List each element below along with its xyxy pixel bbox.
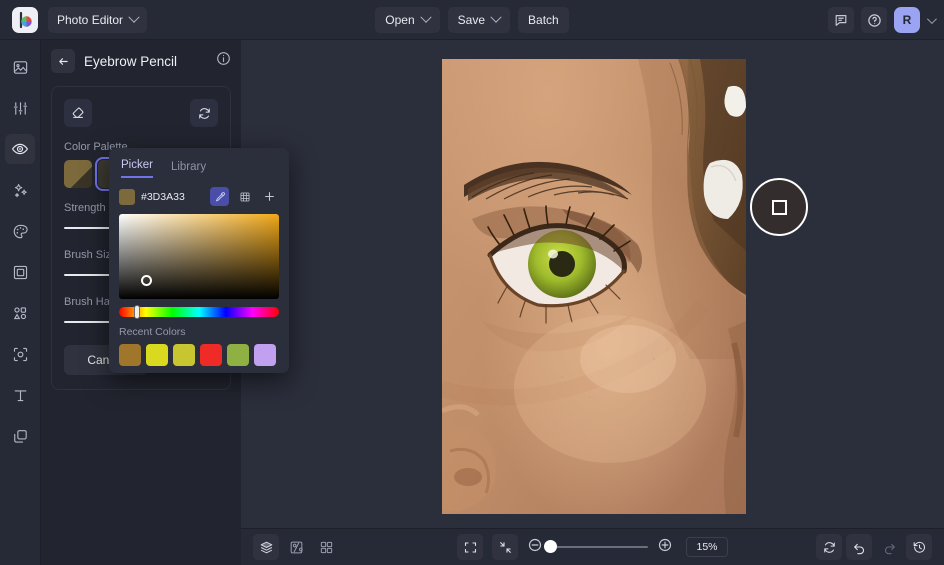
saturation-value-area[interactable] (119, 214, 279, 299)
hex-input-row: #3D3A33 (119, 187, 279, 206)
sidebar-item-elements[interactable] (5, 298, 35, 328)
color-picker-popup: Picker Library #3D3A33 Recent Colors (109, 148, 289, 373)
recent-color-swatch[interactable] (254, 344, 276, 366)
sidebar-item-adjust[interactable] (5, 93, 35, 123)
sidebar-item-image[interactable] (5, 52, 35, 82)
plus-icon[interactable] (260, 187, 279, 206)
sidebar-item-crop[interactable] (5, 339, 35, 369)
reset-button[interactable] (190, 99, 218, 127)
panel-header: Eyebrow Pencil (41, 40, 241, 82)
sidebar-item-frame[interactable] (5, 257, 35, 287)
brush-cursor (750, 178, 808, 236)
current-color-swatch[interactable] (119, 188, 135, 205)
eraser-button[interactable] (64, 99, 92, 127)
save-button[interactable]: Save (447, 7, 511, 33)
hue-knob[interactable] (134, 305, 140, 319)
sidebar-item-layers[interactable] (5, 421, 35, 451)
batch-button-label: Batch (528, 13, 559, 27)
photo-editor-app: Photo Editor Open Save Batch R Eyebrow P… (0, 0, 944, 565)
chevron-down-icon (419, 11, 432, 23)
compare-button[interactable] (283, 534, 309, 560)
tool-actions-row (64, 99, 218, 127)
bottom-left-tools (253, 534, 339, 560)
tab-picker[interactable]: Picker (121, 159, 153, 178)
chevron-down-icon[interactable] (926, 13, 937, 24)
top-right-actions: R (828, 0, 937, 40)
recent-color-swatch[interactable] (146, 344, 168, 366)
grid-icon[interactable] (235, 187, 254, 206)
feedback-button[interactable] (828, 7, 854, 33)
zoom-slider[interactable] (544, 540, 648, 553)
sidebar-item-retouch[interactable] (5, 134, 35, 164)
recent-color-swatch[interactable] (200, 344, 222, 366)
left-rail (0, 40, 41, 565)
avatar-initial: R (902, 13, 912, 27)
layers-button[interactable] (253, 534, 279, 560)
recent-color-swatch[interactable] (173, 344, 195, 366)
hex-value[interactable]: #3D3A33 (141, 191, 204, 203)
recent-colors-label: Recent Colors (119, 326, 186, 338)
zoom-out-button[interactable] (527, 537, 543, 558)
redo-button[interactable] (876, 534, 902, 560)
history-button[interactable] (906, 534, 932, 560)
save-button-label: Save (457, 13, 486, 27)
open-button-label: Open (385, 13, 415, 27)
grid-view-button[interactable] (313, 534, 339, 560)
app-switcher[interactable]: Photo Editor (48, 6, 148, 33)
open-button[interactable]: Open (375, 7, 440, 33)
recent-color-swatch[interactable] (227, 344, 249, 366)
recent-colors-list (119, 344, 279, 366)
page-title: Eyebrow Pencil (84, 53, 178, 69)
brush-center-square (771, 199, 787, 215)
sidebar-item-effects[interactable] (5, 175, 35, 205)
chevron-down-icon (128, 11, 140, 23)
bottom-toolbar: 15% (241, 528, 944, 565)
undo-button[interactable] (846, 534, 872, 560)
sidebar-item-color[interactable] (5, 216, 35, 246)
recent-color-swatch[interactable] (119, 344, 141, 366)
top-toolbar: Photo Editor Open Save Batch R (0, 0, 944, 40)
palette-swatch[interactable] (64, 160, 92, 188)
app-switcher-label: Photo Editor (57, 12, 124, 27)
avatar[interactable]: R (894, 7, 920, 33)
picker-tabs: Picker Library (119, 148, 279, 178)
brand-logo[interactable] (12, 6, 38, 33)
tab-library[interactable]: Library (171, 161, 206, 178)
saturation-knob[interactable] (141, 275, 152, 286)
batch-button[interactable]: Batch (518, 7, 569, 33)
bottom-right-tools (816, 534, 932, 560)
fit-screen-button[interactable] (457, 534, 483, 560)
zoom-slider-knob[interactable] (544, 540, 557, 553)
photo-image[interactable] (442, 59, 746, 514)
chevron-down-icon (490, 11, 502, 23)
zoom-in-button[interactable] (657, 537, 673, 558)
sidebar-item-text[interactable] (5, 380, 35, 410)
reset-view-button[interactable] (816, 534, 842, 560)
hue-slider[interactable] (119, 305, 279, 319)
zoom-value[interactable]: 15% (686, 537, 728, 557)
actual-size-button[interactable] (492, 534, 518, 560)
eyedropper-icon[interactable] (210, 187, 229, 206)
info-circle-icon[interactable] (216, 51, 231, 71)
canvas-area[interactable] (241, 40, 944, 528)
help-button[interactable] (861, 7, 887, 33)
back-button[interactable] (51, 49, 75, 73)
